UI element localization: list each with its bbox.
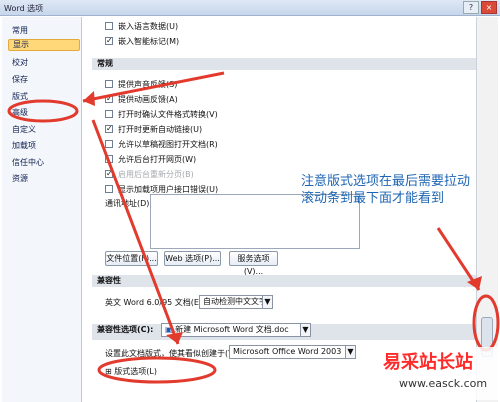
option-label: 打开时更新自动链接(U) xyxy=(118,124,203,134)
compatibility-section-title: 兼容性 xyxy=(92,275,476,287)
option-label: 允许以草稿视图打开文档(R) xyxy=(118,139,218,149)
checkbox[interactable] xyxy=(105,155,113,163)
option-label: 显示加载项用户接口错误(U) xyxy=(118,184,219,194)
compatibility-document-select[interactable]: ▣ 新建 Microsoft Word 文档.doc ▼ xyxy=(161,323,311,337)
compatibility-options-title: 兼容性选项(C): xyxy=(97,325,154,334)
sidebar-item-resources[interactable]: 资源 xyxy=(12,173,28,184)
sidebar-item-proofing[interactable]: 校对 xyxy=(12,57,28,68)
help-button[interactable]: ? xyxy=(463,1,479,14)
sidebar-item-addins[interactable]: 加载项 xyxy=(12,140,36,151)
option-label: 打开时确认文件格式转换(V) xyxy=(118,109,218,119)
sidebar-item-save[interactable]: 保存 xyxy=(12,74,28,85)
select-value: Microsoft Office Word 2003 xyxy=(233,347,342,356)
layout-options-expander[interactable]: ⊞ 版式选项(L) xyxy=(105,366,157,376)
file-locations-button[interactable]: 文件位置(F)... xyxy=(105,251,158,266)
option-embed-smart-tags[interactable]: ✓ 嵌入智能标记(M) xyxy=(105,36,179,46)
option-open-webpages[interactable]: 允许后台打开网页(W) xyxy=(105,154,196,164)
layout-version-select[interactable]: Microsoft Office Word 2003 ▼ xyxy=(229,345,356,359)
word-document-icon: ▣ xyxy=(165,325,173,334)
select-value: 自动检测中文文字 xyxy=(203,297,267,306)
options-sidebar: 常用 显示 校对 保存 版式 高级 自定义 加载项 信任中心 资源 xyxy=(2,17,82,402)
sidebar-item-display[interactable]: 显示 xyxy=(8,39,80,51)
english-word-doc-label: 英文 Word 6.0/95 文档(E): xyxy=(105,297,205,307)
option-embed-language[interactable]: 嵌入语言数据(U) xyxy=(105,21,178,31)
close-button[interactable]: × xyxy=(481,1,497,14)
checkbox[interactable] xyxy=(105,185,113,193)
checked-checkbox-icon[interactable]: ✓ xyxy=(105,95,113,103)
web-options-button[interactable]: Web 选项(P)... xyxy=(164,251,221,266)
plus-icon: ⊞ xyxy=(105,366,112,376)
sidebar-item-common[interactable]: 常用 xyxy=(12,25,28,36)
sidebar-item-trust-center[interactable]: 信任中心 xyxy=(12,157,44,168)
option-confirm-conversion[interactable]: 打开时确认文件格式转换(V) xyxy=(105,109,218,119)
option-label: 嵌入语言数据(U) xyxy=(118,21,179,31)
layout-label: 设置此文档版式，使其看似创建于(Y): xyxy=(105,348,239,358)
option-sound-feedback[interactable]: 提供声音反馈(S) xyxy=(105,79,177,89)
sidebar-item-layout[interactable]: 版式 xyxy=(12,91,28,102)
sidebar-item-customize[interactable]: 自定义 xyxy=(12,124,36,135)
checked-checkbox-icon[interactable]: ✓ xyxy=(105,170,113,178)
option-label: 提供动画反馈(A) xyxy=(118,94,178,104)
service-options-button[interactable]: 服务选项(V)... xyxy=(229,251,278,276)
option-label: 提供声音反馈(S) xyxy=(118,79,178,89)
sidebar-item-advanced[interactable]: 高级 xyxy=(12,107,28,118)
option-label: 启用后台重新分页(B) xyxy=(118,169,194,179)
checked-checkbox-icon[interactable]: ✓ xyxy=(105,125,113,133)
checkbox[interactable] xyxy=(105,22,113,30)
option-background-repagination[interactable]: ✓ 启用后台重新分页(B) xyxy=(105,169,194,179)
option-label: 版式选项(L) xyxy=(114,366,157,376)
site-watermark: 易采站长站 www.easck.com xyxy=(378,347,498,400)
option-label: 允许后台打开网页(W) xyxy=(118,154,197,164)
option-label: 嵌入智能标记(M) xyxy=(118,36,180,46)
checkbox[interactable] xyxy=(105,80,113,88)
watermark-url: www.easck.com xyxy=(399,377,488,390)
general-section-title: 常规 xyxy=(92,58,476,70)
annotation-note-line-2: 滚动条到最下面才能看到 xyxy=(301,191,445,206)
option-update-links[interactable]: ✓ 打开时更新自动链接(U) xyxy=(105,124,202,134)
option-addin-errors[interactable]: 显示加载项用户接口错误(U) xyxy=(105,184,218,194)
chevron-down-icon[interactable]: ▼ xyxy=(345,346,355,358)
vertical-scrollbar[interactable] xyxy=(476,17,498,402)
checkbox[interactable] xyxy=(105,110,113,118)
checkbox[interactable] xyxy=(105,140,113,148)
chevron-down-icon[interactable]: ▼ xyxy=(262,296,272,308)
watermark-brand: 易采站长站 xyxy=(383,352,473,373)
mailing-address-label: 通讯地址(D): xyxy=(105,198,153,208)
window-title: Word 选项 xyxy=(4,4,44,13)
option-animation-feedback[interactable]: ✓ 提供动画反馈(A) xyxy=(105,94,178,104)
chevron-down-icon[interactable]: ▼ xyxy=(300,324,310,336)
checked-checkbox-icon[interactable]: ✓ xyxy=(105,37,113,45)
select-value: 新建 Microsoft Word 文档.doc xyxy=(175,325,289,334)
option-draft-view[interactable]: 允许以草稿视图打开文档(R) xyxy=(105,139,218,149)
window-titlebar: Word 选项 ? × xyxy=(0,0,500,16)
english-word-doc-select[interactable]: 自动检测中文文字 ▼ xyxy=(199,295,273,309)
